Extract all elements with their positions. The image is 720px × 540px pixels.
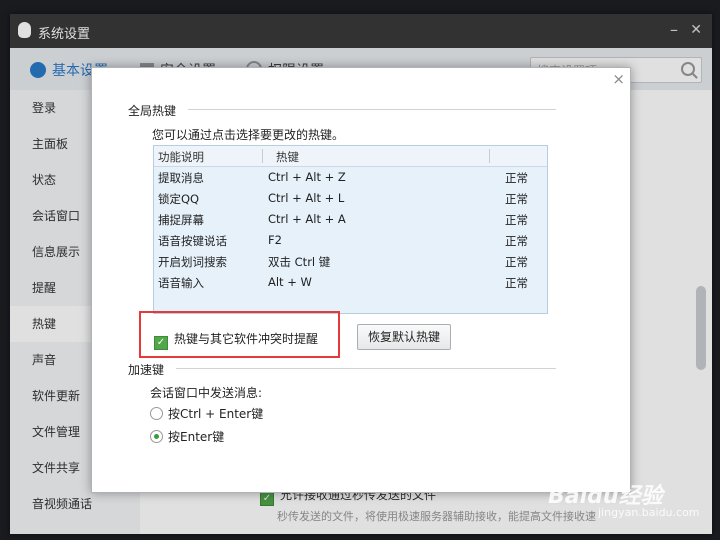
table-row[interactable]: 提取消息 Ctrl + Alt + Z 正常	[154, 167, 547, 188]
row-hotkey: 双击 Ctrl 键	[268, 255, 331, 269]
table-row[interactable]: 开启划词搜索 双击 Ctrl 键 正常	[154, 251, 547, 272]
row-function: 锁定QQ	[158, 192, 200, 206]
column-divider	[489, 149, 490, 163]
row-function: 开启划词搜索	[158, 255, 227, 269]
column-header-hotkey: 热键	[276, 150, 299, 164]
row-status: 正常	[505, 192, 528, 206]
row-status: 正常	[505, 213, 528, 227]
radio-unselected-icon[interactable]	[150, 407, 163, 420]
hotkey-hint: 您可以通过点击选择要更改的热键。	[152, 128, 345, 142]
column-header-function: 功能说明	[158, 150, 204, 164]
row-function: 语音输入	[158, 276, 204, 290]
column-divider	[262, 149, 263, 163]
baidu-watermark-url: jingyan.baidu.com	[598, 506, 700, 519]
row-hotkey: Ctrl + Alt + L	[268, 191, 345, 205]
conflict-alert-checkbox[interactable]: ✓ 热键与其它软件冲突时提醒	[154, 330, 318, 350]
table-header: 功能说明 热键	[154, 146, 547, 167]
row-hotkey: Ctrl + Alt + Z	[268, 170, 346, 184]
checkbox-checked-icon[interactable]: ✓	[154, 336, 168, 350]
group-title-global-hotkeys: 全局热键	[128, 104, 177, 118]
row-function: 提取消息	[158, 171, 204, 185]
row-function: 捕捉屏幕	[158, 213, 204, 227]
table-row[interactable]: 语音输入 Alt + W 正常	[154, 272, 547, 293]
row-hotkey: Alt + W	[268, 275, 312, 289]
divider	[188, 109, 556, 110]
radio-selected-icon[interactable]	[150, 430, 163, 443]
radio-label: 按Ctrl + Enter键	[168, 407, 264, 421]
row-status: 正常	[505, 255, 528, 269]
hotkey-table: 功能说明 热键 提取消息 Ctrl + Alt + Z 正常 锁定QQ Ctrl…	[153, 145, 548, 314]
table-row[interactable]: 捕捉屏幕 Ctrl + Alt + A 正常	[154, 209, 547, 230]
hotkey-dialog: × 全局热键 您可以通过点击选择要更改的热键。 功能说明 热键 提取消息 Ctr…	[91, 67, 631, 493]
row-status: 正常	[505, 171, 528, 185]
row-function: 语音按键说话	[158, 234, 227, 248]
row-status: 正常	[505, 234, 528, 248]
radio-label: 按Enter键	[168, 430, 225, 444]
table-row[interactable]: 语音按键说话 F2 正常	[154, 230, 547, 251]
radio-enter[interactable]: 按Enter键	[150, 428, 224, 445]
restore-default-hotkeys-button[interactable]: 恢复默认热键	[357, 324, 451, 350]
group-title-accelerator: 加速键	[128, 363, 165, 377]
dialog-close-button[interactable]: ×	[612, 70, 625, 88]
row-status: 正常	[505, 276, 528, 290]
send-message-hint: 会话窗口中发送消息:	[150, 386, 263, 400]
conflict-alert-label: 热键与其它软件冲突时提醒	[174, 332, 319, 346]
divider	[176, 368, 556, 369]
table-row[interactable]: 锁定QQ Ctrl + Alt + L 正常	[154, 188, 547, 209]
row-hotkey: Ctrl + Alt + A	[268, 212, 346, 226]
radio-ctrl-enter[interactable]: 按Ctrl + Enter键	[150, 405, 263, 422]
row-hotkey: F2	[268, 233, 282, 247]
